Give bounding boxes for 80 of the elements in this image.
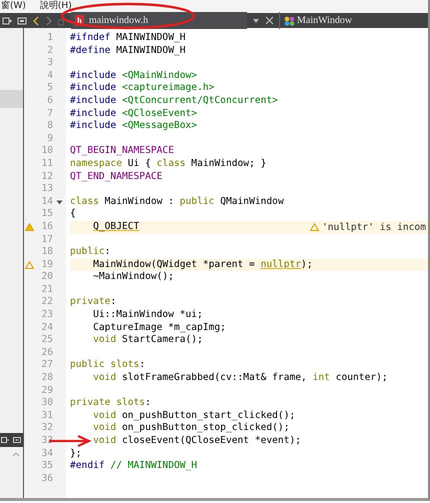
file-tab[interactable]: h mainwindow.h <box>71 12 247 29</box>
code-line: public slots: <box>70 359 146 372</box>
line-number: 8 <box>46 120 53 133</box>
code-line: #endif // MAINWINDOW_H <box>70 460 198 473</box>
code-line: #include <QtConcurrent/QtConcurrent> <box>70 94 278 108</box>
line-number: 36 <box>40 472 53 486</box>
line-number: 32 <box>40 422 53 435</box>
line-number: 4 <box>46 70 53 82</box>
line-number: 12 <box>40 170 53 184</box>
class-icon <box>284 16 295 26</box>
line-number: 22 <box>40 296 53 310</box>
line-number: 3 <box>46 57 53 70</box>
line-number: 29 <box>40 384 53 398</box>
line-number: 26 <box>40 346 53 360</box>
symbol-selector[interactable]: MainWindow <box>279 12 352 29</box>
menu-item[interactable]: 說明(H) <box>40 1 72 12</box>
code-line: #include <QMainWindow> <box>70 70 198 82</box>
line-number: 24 <box>40 322 53 334</box>
code-line: void closeEvent(QCloseEvent *event); <box>93 435 302 448</box>
code-line: { <box>70 208 76 221</box>
line-number: 14 <box>40 196 53 208</box>
code-line: #include <QMessageBox> <box>70 120 198 133</box>
split-icon <box>1 436 9 444</box>
close-icon[interactable] <box>265 16 274 25</box>
code-line: public: <box>70 246 110 259</box>
line-number: 21 <box>40 284 53 296</box>
line-number: 7 <box>46 108 53 120</box>
code-line: QT_BEGIN_NAMESPACE <box>70 145 174 158</box>
code-line: }; <box>70 448 82 460</box>
code-line: ~MainWindow(); <box>93 271 174 284</box>
line-number: 9 <box>46 132 53 146</box>
warning-message: 'nullptr' is incom <box>322 222 426 233</box>
line-number: 16 <box>40 220 53 234</box>
code-line: void StartCamera(); <box>93 334 203 347</box>
menu-item[interactable]: 窗(W) <box>1 1 26 12</box>
code-line: #define MAINWINDOW_H <box>70 44 186 58</box>
code-line: #ifndef MAINWINDOW_H <box>70 32 186 45</box>
code-line: QT_END_NAMESPACE <box>70 170 162 184</box>
code-line: Ui::MainWindow *ui; <box>93 309 203 322</box>
symbol-name: MainWindow <box>297 15 352 26</box>
dropdown-caret-icon[interactable] <box>252 18 260 24</box>
fold-caret-icon[interactable] <box>56 200 63 205</box>
code-line: #include <captureimage.h> <box>70 82 214 95</box>
warning-icon <box>310 223 319 232</box>
line-number: 2 <box>46 44 53 58</box>
file-name: mainwindow.h <box>89 15 148 26</box>
line-number: 13 <box>40 183 53 196</box>
code-line: #include <QCloseEvent> <box>70 108 198 120</box>
line-number: 25 <box>40 334 53 347</box>
code-line: void on_pushButton_stop_clicked(); <box>93 422 290 435</box>
line-number: 30 <box>40 397 53 410</box>
code-line: private slots: <box>70 397 151 410</box>
line-number: 10 <box>40 145 53 158</box>
code-line: Q_OBJECT <box>93 220 140 234</box>
line-number: 31 <box>40 410 53 422</box>
code-line: MainWindow(QWidget *parent = nullptr); <box>93 258 313 272</box>
window-icon[interactable] <box>17 16 27 26</box>
chevron-up-icon <box>12 451 20 457</box>
line-number: 5 <box>46 82 53 95</box>
line-number: 20 <box>40 271 53 284</box>
window-icon <box>13 436 21 444</box>
line-number: 17 <box>40 234 53 246</box>
line-number: 18 <box>40 246 53 259</box>
code-line: CaptureImage *m_capImg; <box>93 322 226 334</box>
code-line: void on_pushButton_start_clicked(); <box>93 410 296 422</box>
split-icon[interactable] <box>2 16 12 26</box>
line-number: 15 <box>40 208 53 221</box>
code-line: class MainWindow : public QMainWindow <box>70 196 284 208</box>
line-number: 1 <box>46 32 53 45</box>
line-number: 27 <box>40 359 53 372</box>
line-number: 28 <box>40 372 53 385</box>
line-number: 6 <box>46 94 53 108</box>
code-line: namespace Ui { class MainWindow; } <box>70 158 266 171</box>
line-number: 35 <box>40 460 53 473</box>
line-number: 11 <box>40 158 53 171</box>
code-line: void slotFrameGrabbed(cv::Mat& frame, int counter); <box>93 372 388 385</box>
line-number: 23 <box>40 309 53 322</box>
code-line: private: <box>70 296 116 310</box>
line-number: 19 <box>40 258 53 272</box>
line-number: 34 <box>40 448 53 460</box>
